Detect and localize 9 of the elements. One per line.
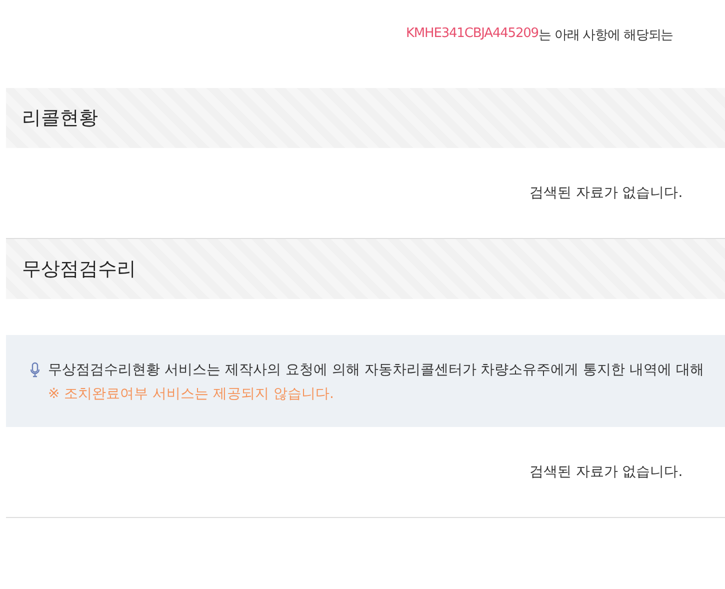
section-title: 무상점검수리 — [22, 257, 136, 282]
notice-text: 는 아래 사항에 해당되는 — [538, 28, 674, 45]
section-title: 리콜현황 — [22, 106, 98, 131]
empty-message: 검색된 자료가 없습니다. — [529, 463, 683, 481]
empty-message: 검색된 자료가 없습니다. — [529, 184, 683, 202]
warning-text: ※ 조치완료여부 서비스는 제공되지 않습니다. — [48, 385, 335, 403]
microphone-icon — [30, 362, 40, 378]
vehicle-number: KMHE341CBJA445209 — [406, 26, 538, 43]
info-text: 무상점검수리현황 서비스는 제작사의 요청에 의해 자동차리콜센터가 차량소유주에게 통지한 내역에 대해 — [48, 361, 704, 379]
